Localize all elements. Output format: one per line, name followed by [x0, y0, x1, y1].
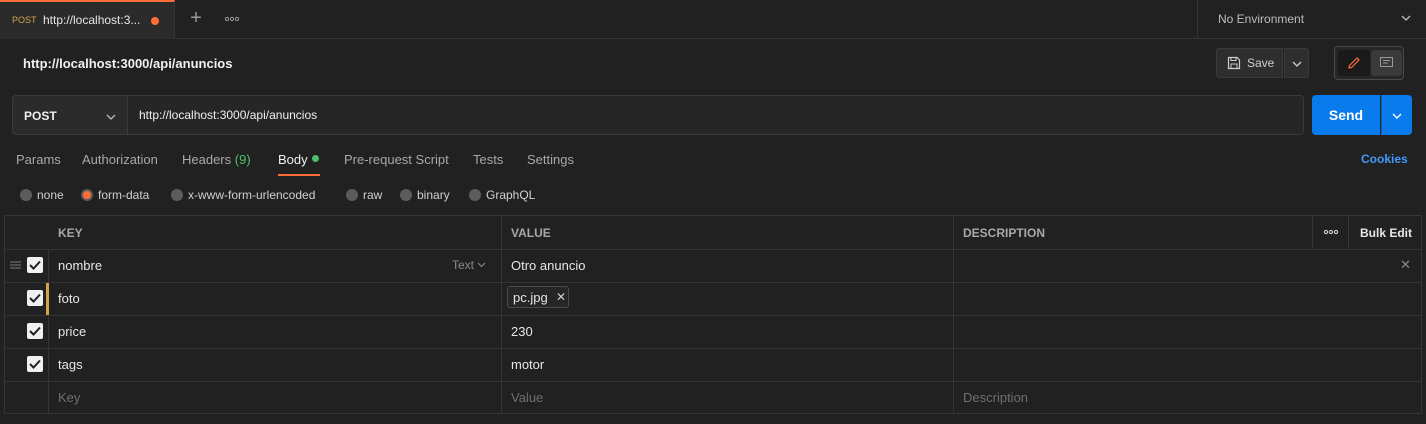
value-placeholder[interactable]: Value [511, 390, 543, 405]
tab-method-label: POST [12, 15, 37, 25]
environment-label: No Environment [1218, 12, 1305, 26]
radio-label: none [37, 188, 64, 202]
save-options-button[interactable] [1284, 48, 1309, 78]
column-divider [1312, 216, 1313, 249]
tab-params[interactable]: Params [16, 152, 61, 167]
checkmark-icon [29, 326, 41, 336]
checkmark-icon [29, 293, 41, 303]
pencil-icon [1348, 57, 1360, 69]
chevron-down-icon [477, 262, 486, 268]
radio-circle [469, 189, 481, 201]
column-divider [1348, 216, 1349, 249]
table-row: tags motor [5, 348, 1421, 381]
radio-circle [20, 189, 32, 201]
tab-pre-request-script[interactable]: Pre-request Script [344, 152, 449, 167]
tab-tests[interactable]: Tests [473, 152, 503, 167]
save-icon [1227, 56, 1241, 70]
edit-mode-button[interactable] [1338, 50, 1370, 76]
column-header-value: VALUE [511, 226, 551, 240]
description-placeholder[interactable]: Description [963, 390, 1028, 405]
tab-authorization[interactable]: Authorization [82, 152, 158, 167]
chevron-down-icon [1392, 113, 1402, 119]
file-chip[interactable]: pc.jpg ✕ [507, 286, 569, 308]
tab-headers[interactable]: Headers (9) [182, 152, 251, 167]
radio-label: x-www-form-urlencoded [188, 188, 316, 202]
method-label: POST [24, 109, 57, 123]
row-checkbox[interactable] [27, 257, 43, 273]
comment-icon [1380, 57, 1393, 67]
radio-circle [346, 189, 358, 201]
form-data-table: KEY VALUE DESCRIPTION Bulk Edit nombre T… [4, 215, 1422, 414]
radio-label: form-data [98, 188, 150, 202]
method-select[interactable]: POST [12, 95, 128, 135]
radio-circle [171, 189, 183, 201]
tab-headers-label: Headers [182, 152, 232, 167]
column-header-description: DESCRIPTION [963, 226, 1046, 240]
key-cell[interactable]: foto [58, 291, 80, 306]
tab-body[interactable]: Body [278, 152, 308, 167]
type-label: Text [452, 258, 475, 272]
row-checkbox[interactable] [27, 290, 43, 306]
comments-button[interactable] [1371, 50, 1402, 76]
radio-circle-selected [81, 189, 93, 201]
more-horizontal-icon[interactable] [1323, 224, 1339, 240]
value-cell[interactable]: 230 [511, 324, 533, 339]
tab-bar: POST http://localhost:3... + No Environm… [0, 0, 1426, 39]
key-cell[interactable]: nombre [58, 258, 102, 273]
column-header-key: KEY [58, 226, 83, 240]
request-title[interactable]: http://localhost:3000/api/anuncios [23, 56, 232, 71]
table-row: nombre Text Otro anuncio ✕ [5, 249, 1421, 282]
radio-label: binary [417, 188, 450, 202]
save-button[interactable]: Save [1216, 48, 1283, 78]
request-tab[interactable]: POST http://localhost:3... [0, 0, 175, 39]
tab-title: http://localhost:3... [43, 13, 141, 27]
bulk-edit-button[interactable]: Bulk Edit [1360, 226, 1412, 240]
view-toggle [1334, 46, 1404, 80]
file-name: pc.jpg [513, 290, 548, 305]
chevron-down-icon [1292, 61, 1302, 67]
send-options-button[interactable] [1381, 95, 1412, 135]
radio-label: raw [363, 188, 383, 202]
table-row: price 230 [5, 315, 1421, 348]
chevron-down-icon [106, 114, 116, 120]
radio-circle [400, 189, 412, 201]
warning-indicator-bar [46, 283, 49, 315]
key-cell[interactable]: tags [58, 357, 83, 372]
url-input[interactable] [127, 95, 1304, 135]
drag-handle-icon[interactable] [10, 260, 21, 270]
tab-settings[interactable]: Settings [527, 152, 574, 167]
cookies-link[interactable]: Cookies [1361, 152, 1408, 166]
delete-row-icon[interactable]: ✕ [1400, 257, 1411, 273]
send-label: Send [1328, 107, 1364, 123]
save-label: Save [1247, 56, 1275, 70]
table-row: foto pc.jpg ✕ [5, 282, 1421, 315]
environment-selector[interactable]: No Environment [1197, 0, 1426, 39]
remove-file-icon[interactable]: ✕ [556, 290, 566, 304]
request-header: http://localhost:3000/api/anuncios [0, 40, 1426, 86]
more-horizontal-icon[interactable] [222, 8, 242, 28]
unsaved-dot-icon [151, 17, 159, 25]
type-select[interactable]: Text [452, 258, 486, 272]
value-cell[interactable]: Otro anuncio [511, 258, 585, 273]
checkmark-icon [29, 260, 41, 270]
new-row: Key Value Description [5, 381, 1421, 414]
send-button[interactable]: Send [1312, 95, 1380, 135]
value-cell[interactable]: motor [511, 357, 544, 372]
radio-label: GraphQL [486, 188, 536, 202]
key-cell[interactable]: price [58, 324, 86, 339]
key-placeholder[interactable]: Key [58, 390, 80, 405]
active-tab-underline [278, 174, 320, 176]
row-checkbox[interactable] [27, 323, 43, 339]
headers-count: (9) [234, 152, 251, 167]
plus-icon[interactable]: + [186, 6, 206, 30]
row-checkbox[interactable] [27, 356, 43, 372]
chevron-down-icon [1401, 15, 1411, 21]
body-indicator-dot [312, 155, 319, 162]
checkmark-icon [29, 359, 41, 369]
